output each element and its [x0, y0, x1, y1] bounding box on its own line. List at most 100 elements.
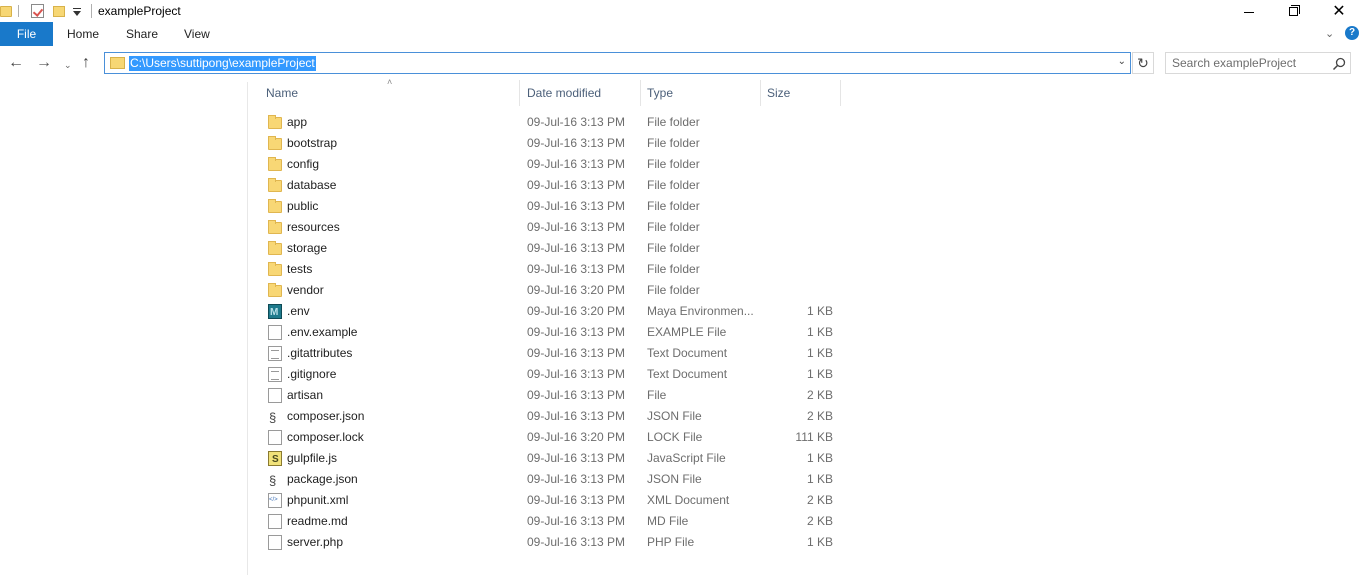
address-bar[interactable]: C:\Users\suttipong\exampleProject ⌄: [104, 52, 1131, 74]
file-name: composer.lock: [287, 430, 364, 444]
file-type: Maya Environmen...: [647, 304, 754, 318]
file-type: JavaScript File: [647, 451, 726, 465]
column-header-date-modified[interactable]: Date modified: [521, 80, 641, 106]
file-date-modified: 09-Jul-16 3:20 PM: [527, 304, 626, 318]
column-header-name[interactable]: ˄ Name: [260, 77, 520, 106]
file-date-modified: 09-Jul-16 3:13 PM: [527, 157, 626, 171]
folder-icon: [268, 283, 282, 297]
minimize-button[interactable]: [1226, 0, 1272, 22]
column-header-name-label: Name: [266, 86, 299, 100]
search-icon[interactable]: [1332, 57, 1346, 71]
file-name: composer.json: [287, 409, 365, 423]
file-name: vendor: [287, 283, 324, 297]
folder-icon: [110, 57, 125, 69]
maximize-button[interactable]: [1270, 0, 1316, 22]
new-folder-icon[interactable]: [53, 5, 65, 17]
file-row[interactable]: server.php 09-Jul-16 3:13 PM PHP File 1 KB: [260, 532, 840, 553]
customize-toolbar-dropdown-icon[interactable]: [73, 7, 81, 16]
file-row[interactable]: app 09-Jul-16 3:13 PM File folder: [260, 112, 840, 133]
tab-home[interactable]: Home: [67, 22, 99, 46]
address-path[interactable]: C:\Users\suttipong\exampleProject: [129, 56, 316, 71]
file-name: readme.md: [287, 514, 348, 528]
file-size: 1 KB: [806, 325, 833, 339]
up-button[interactable]: ↑: [82, 53, 90, 73]
file-name: server.php: [287, 535, 344, 549]
file-icon: [268, 514, 282, 529]
file-row[interactable]: database 09-Jul-16 3:13 PM File folder: [260, 175, 840, 196]
column-header-type[interactable]: Type: [641, 80, 761, 106]
file-size: 1 KB: [806, 535, 833, 549]
tab-view[interactable]: View: [184, 22, 210, 46]
file-row[interactable]: .env.example 09-Jul-16 3:13 PM EXAMPLE Fil…: [260, 322, 840, 343]
file-row[interactable]: resources 09-Jul-16 3:13 PM File folder: [260, 217, 840, 238]
recent-locations-chevron-icon[interactable]: ⌄: [64, 55, 72, 75]
tab-share[interactable]: Share: [126, 22, 158, 46]
tab-file[interactable]: File: [0, 22, 53, 46]
address-dropdown-icon[interactable]: ⌄: [1118, 56, 1126, 67]
file-name: bootstrap: [287, 136, 338, 150]
file-icon: [268, 430, 282, 445]
json-icon: [268, 407, 282, 428]
file-date-modified: 09-Jul-16 3:13 PM: [527, 115, 626, 129]
restore-icon: [1288, 4, 1300, 16]
search-input[interactable]: [1172, 56, 1322, 70]
ribbon-tabs: File Home Share View ⌄ ?: [0, 22, 1363, 46]
file-name: .gitattributes: [287, 346, 353, 360]
file-row[interactable]: storage 09-Jul-16 3:13 PM File folder: [260, 238, 840, 259]
file-date-modified: 09-Jul-16 3:13 PM: [527, 136, 626, 150]
window-title: exampleProject: [98, 4, 181, 18]
file-type: File folder: [647, 199, 700, 213]
file-row[interactable]: public 09-Jul-16 3:13 PM File folder: [260, 196, 840, 217]
file-row[interactable]: .env 09-Jul-16 3:20 PM Maya Environmen... 1…: [260, 301, 840, 323]
file-row[interactable]: phpunit.xml 09-Jul-16 3:13 PM XML Document…: [260, 490, 840, 511]
column-header-size[interactable]: Size: [761, 80, 841, 106]
file-name: tests: [287, 262, 313, 276]
properties-icon[interactable]: [31, 4, 44, 18]
text-icon: [268, 367, 282, 382]
js-icon: [268, 449, 282, 470]
help-icon[interactable]: ?: [1345, 26, 1359, 40]
expand-ribbon-icon[interactable]: ⌄: [1325, 27, 1334, 40]
file-row[interactable]: vendor 09-Jul-16 3:20 PM File folder: [260, 280, 840, 301]
file-type: File folder: [647, 157, 700, 171]
file-row[interactable]: tests 09-Jul-16 3:13 PM File folder: [260, 259, 840, 280]
navigation-pane-divider[interactable]: [247, 82, 248, 575]
file-row[interactable]: .gitignore 09-Jul-16 3:13 PM Text Document…: [260, 364, 840, 385]
file-row[interactable]: config 09-Jul-16 3:13 PM File folder: [260, 154, 840, 175]
file-size: 111 KB: [795, 430, 833, 444]
title-bar: exampleProject ✕: [0, 0, 1363, 22]
file-row[interactable]: readme.md 09-Jul-16 3:13 PM MD File 2 KB: [260, 511, 840, 532]
folder-icon: [268, 157, 282, 171]
toolbar-divider: [18, 5, 19, 17]
folder-icon: [268, 178, 282, 192]
file-row[interactable]: bootstrap 09-Jul-16 3:13 PM File folder: [260, 133, 840, 154]
file-name: storage: [287, 241, 328, 255]
file-date-modified: 09-Jul-16 3:13 PM: [527, 367, 626, 381]
folder-icon: [268, 262, 282, 276]
file-date-modified: 09-Jul-16 3:20 PM: [527, 430, 626, 444]
navigation-bar: ← → ⌄ ↑ C:\Users\suttipong\exampleProjec…: [0, 48, 1363, 78]
file-date-modified: 09-Jul-16 3:13 PM: [527, 535, 626, 549]
file-row[interactable]: package.json 09-Jul-16 3:13 PM JSON File 1 …: [260, 469, 840, 491]
file-row[interactable]: .gitattributes 09-Jul-16 3:13 PM Text Docu…: [260, 343, 840, 364]
file-date-modified: 09-Jul-16 3:13 PM: [527, 409, 626, 423]
file-row[interactable]: composer.json 09-Jul-16 3:13 PM JSON File 2…: [260, 406, 840, 428]
back-button[interactable]: ←: [8, 53, 24, 73]
maya-icon: [268, 302, 282, 323]
file-row[interactable]: artisan 09-Jul-16 3:13 PM File 2 KB: [260, 385, 840, 406]
close-button[interactable]: ✕: [1316, 0, 1362, 22]
file-type: File folder: [647, 178, 700, 192]
file-date-modified: 09-Jul-16 3:13 PM: [527, 514, 626, 528]
file-type: EXAMPLE File: [647, 325, 727, 339]
file-type: File folder: [647, 283, 700, 297]
file-size: 1 KB: [806, 346, 833, 360]
refresh-button[interactable]: ↻: [1132, 52, 1154, 74]
file-type: JSON File: [647, 409, 702, 423]
file-name: .env.example: [287, 325, 358, 339]
forward-button[interactable]: →: [36, 53, 52, 73]
json-icon: [268, 470, 282, 491]
file-row[interactable]: gulpfile.js 09-Jul-16 3:13 PM JavaScript F…: [260, 448, 840, 470]
search-box[interactable]: [1165, 52, 1351, 74]
text-icon: [268, 346, 282, 361]
file-row[interactable]: composer.lock 09-Jul-16 3:20 PM LOCK File 1…: [260, 427, 840, 448]
